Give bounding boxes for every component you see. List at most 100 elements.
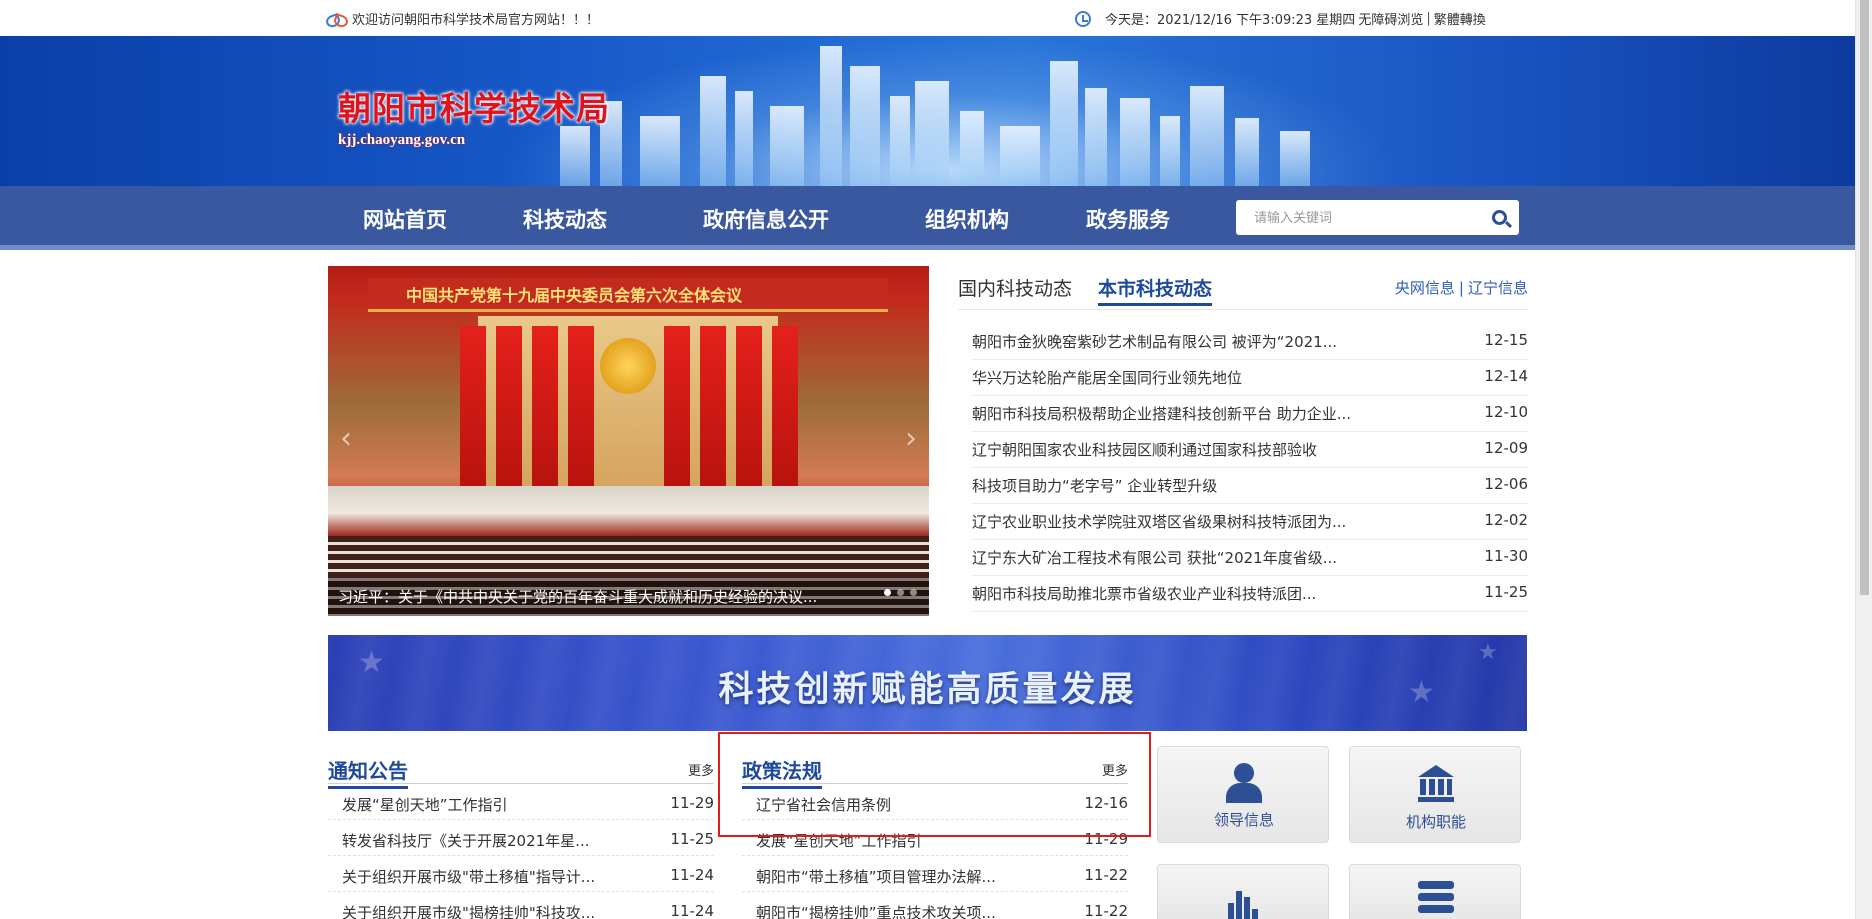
flag <box>736 326 762 496</box>
skyline-building <box>1000 126 1040 186</box>
news-title[interactable]: 华兴万达轮胎产能居全国同行业领先地位 <box>972 367 1392 388</box>
vertical-scrollbar[interactable] <box>1855 0 1872 919</box>
search-input[interactable] <box>1254 208 1474 228</box>
list-item[interactable]: 关于组织开展市级"带土移植"指导计... 11-24 <box>328 856 714 892</box>
list-item[interactable]: 科技项目助力“老字号” 企业转型升级 12-06 <box>972 468 1528 504</box>
site-name: 朝阳市科学技术局 <box>338 89 610 128</box>
accessible-browsing-link[interactable]: 无障碍浏览 <box>1358 9 1423 28</box>
list-item[interactable]: 发展“星创天地”工作指引 11-29 <box>328 784 714 820</box>
skyline-building <box>700 76 726 186</box>
notice-title[interactable]: 发展“星创天地”工作指引 <box>342 794 622 815</box>
divider: | <box>1458 279 1464 297</box>
news-title[interactable]: 朝阳市科技局助推北票市省级农业产业科技特派团... <box>972 583 1392 604</box>
carousel-next-arrow-icon[interactable]: › <box>901 421 921 457</box>
news-list: 朝阳市金狄晚窑紫砂艺术制品有限公司 被评为“2021... 12-15 华兴万达轮… <box>972 324 1528 612</box>
tab-domestic-news[interactable]: 国内科技动态 <box>958 274 1072 301</box>
news-tabs: 国内科技动态 本市科技动态 央网信息 | 辽宁信息 <box>958 274 1528 306</box>
tile-leader-info[interactable]: 领导信息 <box>1157 746 1329 843</box>
list-item[interactable]: 华兴万达轮胎产能居全国同行业领先地位 12-14 <box>972 360 1528 396</box>
news-date: 11-25 <box>1484 583 1528 601</box>
news-title[interactable]: 辽宁东大矿冶工程技术有限公司 获批“2021年度省级... <box>972 547 1392 568</box>
notice-date: 11-25 <box>670 830 714 848</box>
image-carousel[interactable]: 中国共产党第十九届中央委员会第六次全体会议 ‹ › 习近平：关于《中共中央关于党… <box>328 266 929 616</box>
flag <box>772 326 798 496</box>
policy-date: 11-22 <box>1084 902 1128 919</box>
divider <box>958 309 1528 310</box>
list-item[interactable]: 朝阳市科技局积极帮助企业搭建科技创新平台 助力企业... 12-10 <box>972 396 1528 432</box>
skyline-building <box>960 111 984 186</box>
slogan-banner[interactable]: ★ ★ ★ 科技创新赋能高质量发展 <box>328 635 1527 731</box>
handshake-icon <box>326 12 346 26</box>
notice-title[interactable]: 转发省科技厅《关于开展2021年星... <box>342 830 622 851</box>
skyline-building <box>1085 88 1107 186</box>
carousel-prev-arrow-icon[interactable]: ‹ <box>336 421 356 457</box>
tile-org-functions[interactable]: 机构职能 <box>1349 746 1521 843</box>
list-item[interactable]: 转发省科技厅《关于开展2021年星... 11-25 <box>328 820 714 856</box>
news-title[interactable]: 科技项目助力“老字号” 企业转型升级 <box>972 475 1392 496</box>
notice-title[interactable]: 关于组织开展市级"揭榜挂帅"科技攻... <box>342 902 622 919</box>
bar-chart-icon <box>1226 883 1262 919</box>
nav-item-sci-news[interactable]: 科技动态 <box>523 204 607 234</box>
news-date: 12-15 <box>1484 331 1528 349</box>
news-title[interactable]: 朝阳市金狄晚窑紫砂艺术制品有限公司 被评为“2021... <box>972 331 1392 352</box>
list-item[interactable]: 辽宁农业职业技术学院驻双塔区省级果树科技特派团为... 12-02 <box>972 504 1528 540</box>
top-bar: 欢迎访问朝阳市科学技术局官方网站！！！ 今天是：2021/12/16 下午3:0… <box>0 0 1855 36</box>
nav-item-home[interactable]: 网站首页 <box>363 204 447 234</box>
skyline-building <box>1190 86 1224 186</box>
nav-item-gov-services[interactable]: 政务服务 <box>1086 204 1170 234</box>
news-date: 12-14 <box>1484 367 1528 385</box>
person-icon <box>1226 763 1262 803</box>
more-link[interactable]: 更多 <box>688 760 714 779</box>
carousel-dot[interactable] <box>897 589 904 596</box>
tab-local-news[interactable]: 本市科技动态 <box>1098 274 1213 306</box>
nav-item-organization[interactable]: 组织机构 <box>925 204 1009 234</box>
policy-title[interactable]: 朝阳市“带土移植”项目管理办法解... <box>756 866 1036 887</box>
flag <box>700 326 726 496</box>
welcome-text: 欢迎访问朝阳市科学技术局官方网站！！！ <box>352 13 600 28</box>
carousel-caption[interactable]: 习近平：关于《中共中央关于党的百年奋斗重大成就和历史经验的决议... <box>338 586 858 607</box>
carousel-dot[interactable] <box>884 589 891 596</box>
divider: | <box>1426 11 1431 26</box>
current-datetime: 今天是：2021/12/16 下午3:09:23 星期四 <box>1105 13 1356 28</box>
welcome-message: 欢迎访问朝阳市科学技术局官方网站！！！ <box>326 9 599 28</box>
list-item[interactable]: 朝阳市科技局助推北票市省级农业产业科技特派团... 11-25 <box>972 576 1528 612</box>
flag <box>568 326 594 496</box>
traditional-chinese-link[interactable]: 繁體轉換 <box>1434 9 1486 28</box>
link-liaoning[interactable]: 辽宁信息 <box>1468 279 1528 297</box>
news-date: 12-10 <box>1484 403 1528 421</box>
carousel-dot[interactable] <box>910 589 917 596</box>
notice-date: 11-29 <box>670 794 714 812</box>
news-date: 12-06 <box>1484 475 1528 493</box>
nav-item-gov-info[interactable]: 政府信息公开 <box>703 204 829 234</box>
news-title[interactable]: 辽宁农业职业技术学院驻双塔区省级果树科技特派团为... <box>972 511 1392 532</box>
list-item[interactable]: 朝阳市“揭榜挂帅”重点技术攻关项... 11-22 <box>742 892 1128 919</box>
list-item[interactable]: 辽宁朝阳国家农业科技园区顺利通过国家科技部验收 12-09 <box>972 432 1528 468</box>
tile-services[interactable] <box>1349 864 1521 919</box>
search-box <box>1236 200 1519 235</box>
carousel-banner-text: 中国共产党第十九届中央委员会第六次全体会议 <box>406 286 743 305</box>
search-icon[interactable] <box>1492 210 1507 225</box>
scrollbar-thumb[interactable] <box>1860 0 1869 595</box>
list-item[interactable]: 朝阳市金狄晚窑紫砂艺术制品有限公司 被评为“2021... 12-15 <box>972 324 1528 360</box>
list-item[interactable]: 关于组织开展市级"揭榜挂帅"科技攻... 11-24 <box>328 892 714 919</box>
notice-title[interactable]: 关于组织开展市级"带土移植"指导计... <box>342 866 622 887</box>
list-item[interactable]: 朝阳市“带土移植”项目管理办法解... 11-22 <box>742 856 1128 892</box>
policy-title[interactable]: 朝阳市“揭榜挂帅”重点技术攻关项... <box>756 902 1036 919</box>
notices-section: 通知公告 更多 发展“星创天地”工作指引 11-29 转发省科技厅《关于开展202… <box>328 752 714 919</box>
tile-statistics[interactable] <box>1157 864 1329 919</box>
clock-icon <box>1075 10 1091 27</box>
site-logo[interactable]: 朝阳市科学技术局 kjj.chaoyang.gov.cn <box>338 82 610 149</box>
slogan-text: 科技创新赋能高质量发展 <box>718 670 1137 710</box>
notice-date: 11-24 <box>670 902 714 919</box>
list-item[interactable]: 辽宁东大矿冶工程技术有限公司 获批“2021年度省级... 11-30 <box>972 540 1528 576</box>
skyline-building <box>1280 131 1310 186</box>
highlight-box <box>718 732 1151 837</box>
skyline-building <box>915 81 949 186</box>
news-date: 12-09 <box>1484 439 1528 457</box>
skyline-building <box>770 106 804 186</box>
skyline-building <box>640 116 680 186</box>
news-title[interactable]: 朝阳市科技局积极帮助企业搭建科技创新平台 助力企业... <box>972 403 1392 424</box>
news-title[interactable]: 辽宁朝阳国家农业科技园区顺利通过国家科技部验收 <box>972 439 1392 460</box>
skyline-building <box>1160 116 1180 186</box>
link-cctv[interactable]: 央网信息 <box>1395 279 1455 297</box>
